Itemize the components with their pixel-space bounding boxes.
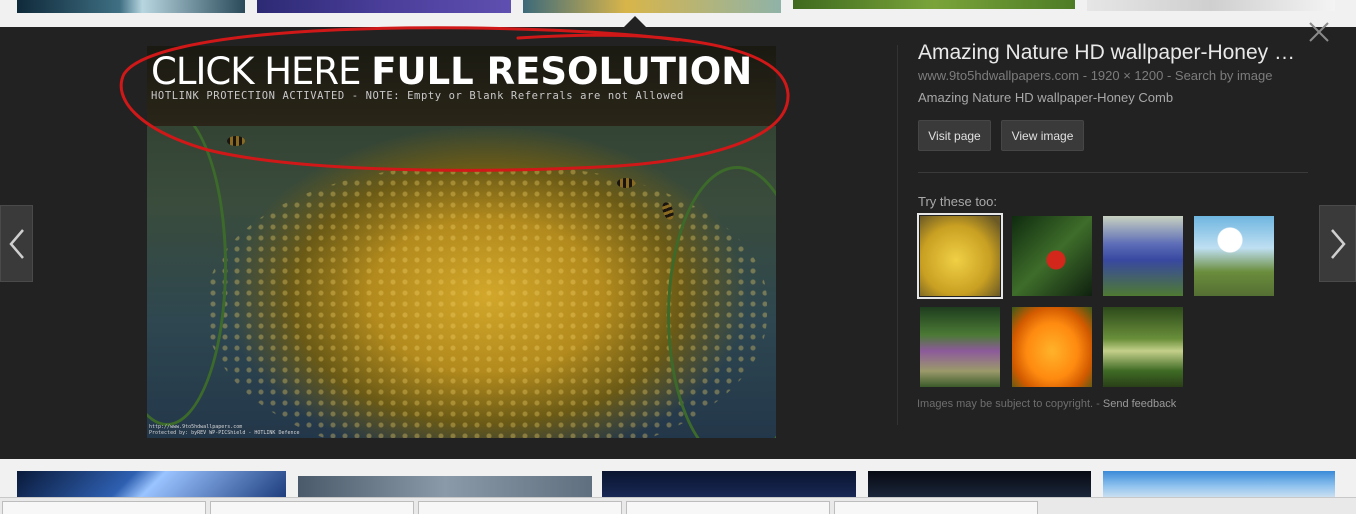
image-watermark-caption: http://www.9to5hdwallpapers.com Protecte… (149, 424, 300, 436)
hotlink-banner-title: CLICK HERE FULL RESOLUTION (151, 50, 752, 93)
preview-image[interactable]: CLICK HERE FULL RESOLUTION HOTLINK PROTE… (147, 46, 776, 438)
taskbar-button[interactable] (2, 501, 206, 514)
related-image-thumbnail[interactable] (1103, 216, 1183, 296)
banner-title-bold: FULL RESOLUTION (371, 50, 753, 93)
copyright-text: Images may be subject to copyright. - (917, 398, 1103, 410)
previous-image-button[interactable] (0, 205, 33, 282)
related-image-thumbnail[interactable] (1012, 307, 1092, 387)
send-feedback-link[interactable]: Send feedback (1103, 398, 1176, 410)
watermark-line-2: Protected by: byREV WP-PICShield - HOTLI… (149, 430, 300, 436)
taskbar (0, 497, 1356, 514)
related-image-thumbnail[interactable] (1012, 216, 1092, 296)
result-thumbnail[interactable] (1087, 0, 1335, 11)
bee-decoration (227, 136, 245, 146)
image-source-line[interactable]: www.9to5hdwallpapers.com - 1920 × 1200 -… (918, 68, 1272, 83)
taskbar-button[interactable] (210, 501, 414, 514)
chevron-left-icon (8, 228, 24, 259)
related-image-thumbnail[interactable] (1103, 307, 1183, 387)
visit-page-button[interactable]: Visit page (918, 120, 991, 151)
image-description: Amazing Nature HD wallpaper-Honey Comb (918, 90, 1174, 105)
copyright-notice: Images may be subject to copyright. - Se… (917, 398, 1176, 410)
banner-title-thin: CLICK HERE (151, 50, 372, 93)
result-thumbnail[interactable] (257, 0, 511, 13)
related-image-thumbnail[interactable] (920, 307, 1000, 387)
taskbar-button[interactable] (626, 501, 830, 514)
vine-decoration (147, 106, 227, 426)
related-image-thumbnail[interactable] (1194, 216, 1274, 296)
panel-pointer (624, 16, 646, 27)
next-image-button[interactable] (1319, 205, 1356, 282)
panel-divider (897, 45, 898, 425)
image-search-results: CLICK HERE FULL RESOLUTION HOTLINK PROTE… (0, 0, 1356, 514)
bee-decoration (617, 178, 635, 188)
close-icon[interactable] (1306, 19, 1332, 45)
related-images-heading: Try these too: (918, 194, 997, 209)
result-thumbnail-selected[interactable] (523, 0, 781, 13)
section-divider (918, 172, 1308, 173)
taskbar-button[interactable] (834, 501, 1038, 514)
view-image-button[interactable]: View image (1001, 120, 1084, 151)
result-thumbnail[interactable] (793, 0, 1075, 9)
result-thumbnail[interactable] (17, 0, 245, 13)
chevron-right-icon (1330, 228, 1346, 259)
related-image-thumbnail[interactable] (917, 213, 1003, 299)
taskbar-button[interactable] (418, 501, 622, 514)
image-title-link[interactable]: Amazing Nature HD wallpaper-Honey … (918, 41, 1308, 65)
hotlink-banner-note: HOTLINK PROTECTION ACTIVATED - NOTE: Emp… (151, 90, 684, 102)
